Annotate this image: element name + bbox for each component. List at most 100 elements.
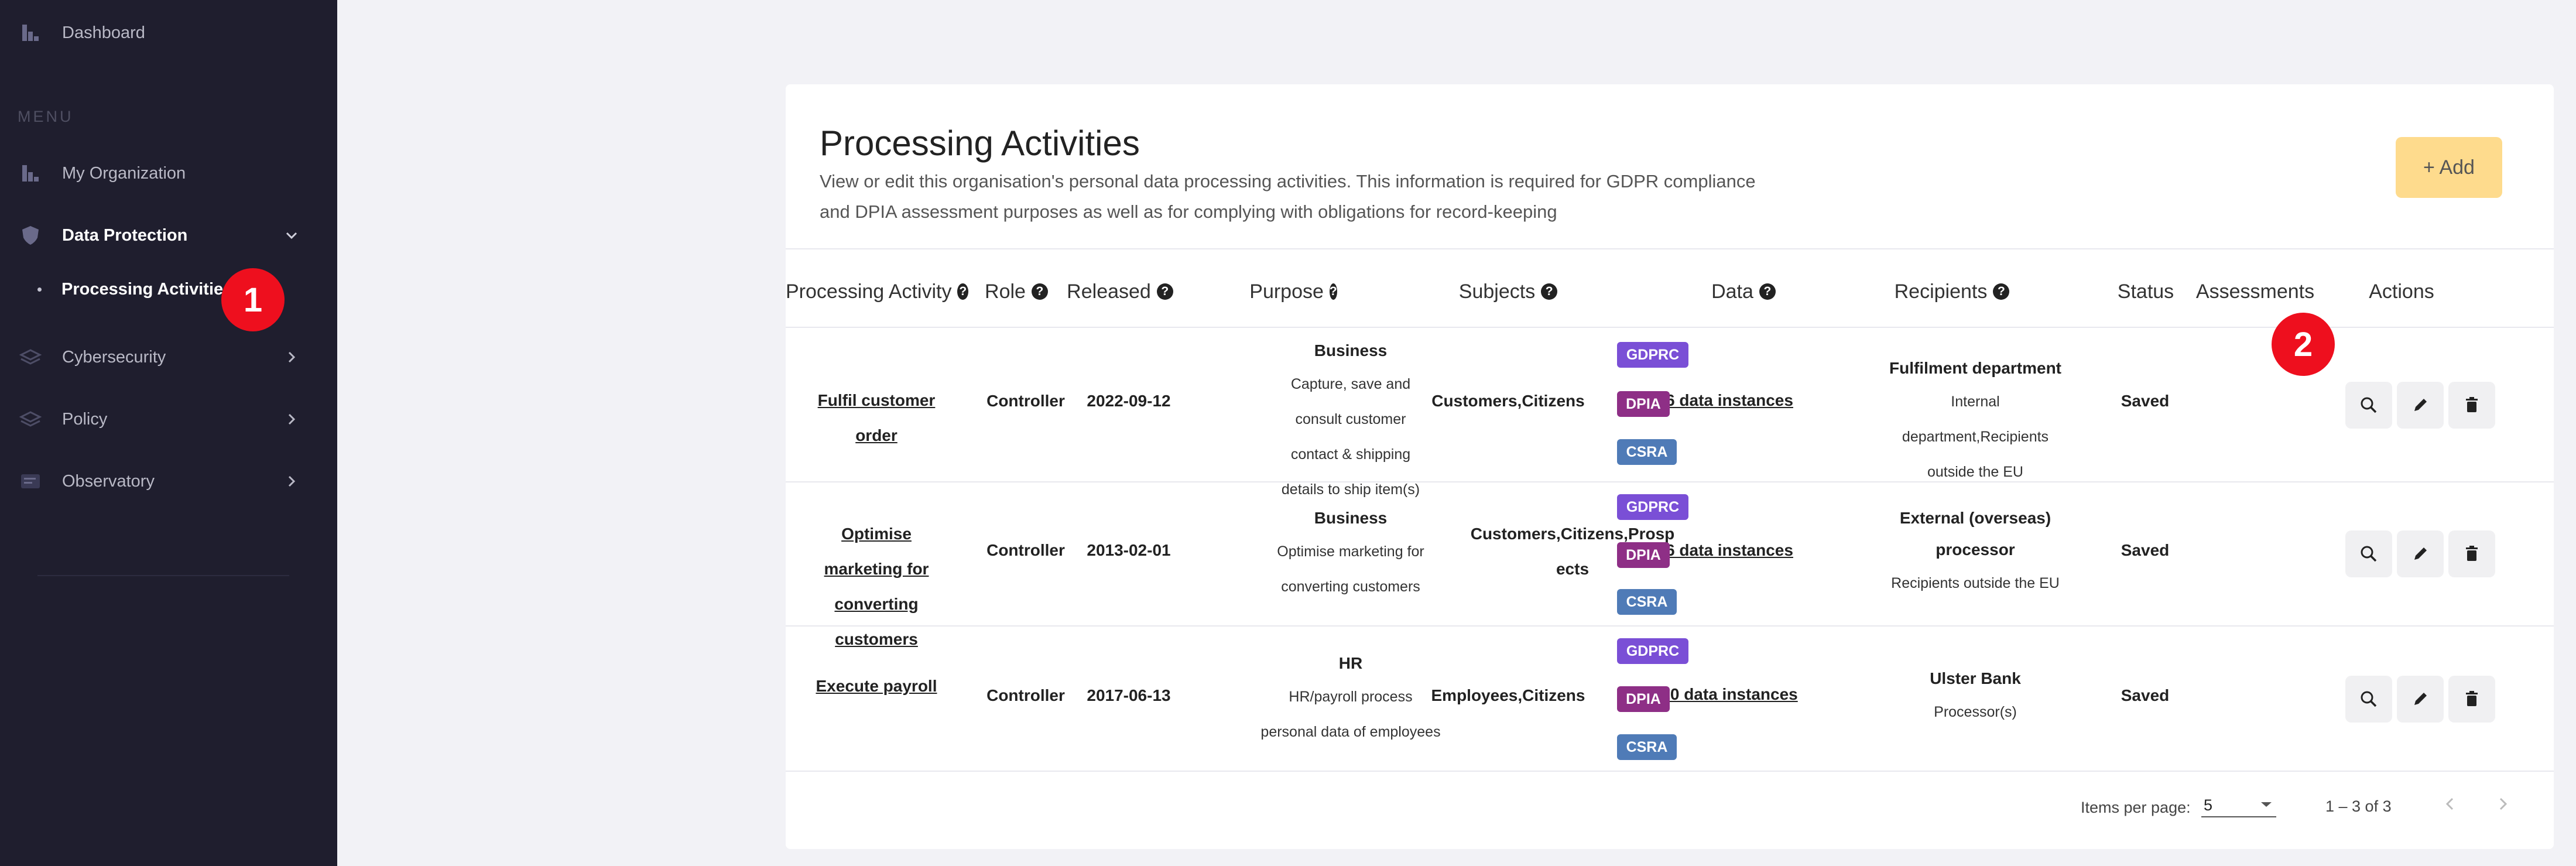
nav-processing-activities[interactable]: Processing Activities — [37, 280, 232, 299]
csra-badge[interactable]: CSRA — [1617, 439, 1677, 465]
dpia-badge[interactable]: DPIA — [1617, 542, 1670, 568]
page-description: View or edit this organisation's persona… — [820, 171, 1756, 222]
data-instances-link[interactable]: 10 data instances — [1653, 677, 1806, 712]
items-per-page-select[interactable]: 5 — [2201, 790, 2276, 817]
layers-icon — [18, 344, 43, 370]
chevron-right-icon — [2499, 797, 2508, 810]
divider — [786, 248, 2554, 249]
activity-link[interactable]: Execute payroll — [809, 669, 944, 704]
help-icon[interactable]: ? — [1156, 283, 1173, 300]
dpia-badge[interactable]: DPIA — [1617, 391, 1670, 417]
nav-observatory-label: Observatory — [62, 471, 155, 491]
nav-dashboard[interactable]: Dashboard — [0, 9, 337, 56]
help-icon[interactable]: ? — [1031, 283, 1048, 300]
next-page-button[interactable] — [2489, 790, 2516, 817]
nav-cybersecurity-label: Cybersecurity — [62, 347, 166, 367]
recipients-title: Ulster Bank — [1930, 669, 2021, 687]
dpia-badge[interactable]: DPIA — [1617, 686, 1670, 712]
status-text: Saved — [2121, 541, 2170, 559]
activity-link[interactable]: Fulfil customer order — [809, 383, 944, 453]
recipients-cell: External (overseas) processor Recipients… — [1888, 502, 2063, 601]
delete-button[interactable] — [2448, 530, 2495, 577]
divider — [786, 625, 2554, 627]
data-instances-link[interactable]: 6 data instances — [1653, 533, 1806, 568]
header-purpose: Purpose? — [1249, 274, 1337, 309]
header-recipients: Recipients? — [1876, 274, 2028, 309]
view-button[interactable] — [2345, 676, 2392, 723]
header-status-label: Status — [2117, 280, 2174, 303]
recipients-description: Recipients outside the EU — [1891, 575, 2060, 591]
chevron-down-icon — [286, 232, 297, 239]
pagination-range: 1 – 3 of 3 — [2325, 797, 2392, 815]
role-text: Controller — [986, 541, 1065, 559]
edit-button[interactable] — [2397, 530, 2444, 577]
edit-icon — [2414, 399, 2427, 411]
recipients-cell: Fulfilment department Internal departmen… — [1888, 352, 2063, 490]
view-button[interactable] — [2345, 530, 2392, 577]
gdprc-badge[interactable]: GDPRC — [1617, 638, 1688, 664]
nav-data-protection[interactable]: Data Protection — [0, 212, 337, 259]
org-icon — [18, 160, 43, 186]
nav-my-organization-label: My Organization — [62, 163, 186, 183]
dashboard-icon — [18, 20, 43, 46]
delete-icon — [2466, 546, 2478, 561]
divider — [786, 481, 2554, 482]
subjects-text: Employees,Citizens — [1431, 686, 1585, 704]
help-icon[interactable]: ? — [1541, 283, 1558, 300]
recipients-description: Internal department,Recipients outside t… — [1902, 393, 2049, 480]
sidebar-divider — [37, 575, 289, 576]
edit-button[interactable] — [2397, 676, 2444, 723]
role-text: Controller — [986, 686, 1065, 704]
nav-dashboard-label: Dashboard — [62, 23, 145, 42]
subjects-text: Customers,Citizens — [1431, 392, 1585, 410]
chevron-right-icon — [288, 475, 296, 487]
status-text: Saved — [2121, 392, 2170, 410]
recipients-title: External (overseas) processor — [1899, 509, 2051, 559]
header-assessments-label: Assessments — [2195, 280, 2315, 303]
help-icon[interactable]: ? — [957, 283, 968, 300]
header-actions-label: Actions — [2369, 280, 2434, 303]
page-title: Processing Activities — [820, 124, 1140, 163]
previous-page-button[interactable] — [2437, 790, 2464, 817]
delete-icon — [2466, 691, 2478, 706]
released-text: 2013-02-01 — [1087, 541, 1171, 559]
menu-label: MENU — [18, 108, 74, 125]
purpose-title: Business — [1314, 509, 1388, 527]
gdprc-badge[interactable]: GDPRC — [1617, 494, 1688, 520]
edit-button[interactable] — [2397, 382, 2444, 429]
nav-cybersecurity[interactable]: Cybersecurity — [0, 334, 337, 381]
chevron-left-icon — [2445, 797, 2454, 810]
help-icon[interactable]: ? — [1993, 283, 2010, 300]
view-button[interactable] — [2345, 382, 2392, 429]
data-instances-link[interactable]: 6 data instances — [1653, 383, 1806, 418]
delete-button[interactable] — [2448, 382, 2495, 429]
header-role: Role? — [968, 274, 1064, 309]
released-text: 2022-09-12 — [1087, 392, 1171, 410]
released-text: 2017-06-13 — [1087, 686, 1171, 704]
delete-button[interactable] — [2448, 676, 2495, 723]
gdprc-badge[interactable]: GDPRC — [1617, 342, 1688, 368]
csra-badge[interactable]: CSRA — [1617, 589, 1677, 615]
edit-icon — [2414, 693, 2427, 705]
nav-policy[interactable]: Policy — [0, 396, 337, 443]
add-button[interactable]: + Add — [2396, 137, 2502, 198]
policy-icon — [18, 406, 43, 432]
activity-link[interactable]: Optimise marketing for converting custom… — [809, 516, 944, 657]
role-text: Controller — [986, 392, 1065, 410]
help-icon[interactable]: ? — [1759, 283, 1776, 300]
header-processing-activity: Processing Activity? — [786, 274, 968, 309]
csra-badge[interactable]: CSRA — [1617, 734, 1677, 760]
nav-my-organization[interactable]: My Organization — [0, 150, 337, 197]
purpose-title: HR — [1338, 654, 1363, 672]
annotation-marker-1: 1 — [221, 268, 285, 331]
annotation-marker-2: 2 — [2272, 313, 2335, 376]
header-role-label: Role — [985, 280, 1026, 303]
nav-data-protection-label: Data Protection — [62, 225, 188, 245]
help-icon[interactable]: ? — [1329, 283, 1337, 300]
observatory-icon — [18, 468, 43, 494]
nav-observatory[interactable]: Observatory — [0, 458, 337, 505]
header-data: Data? — [1697, 274, 1790, 309]
header-actions: Actions — [2343, 274, 2460, 309]
divider — [786, 771, 2554, 772]
header-assessments: Assessments — [2191, 274, 2320, 309]
